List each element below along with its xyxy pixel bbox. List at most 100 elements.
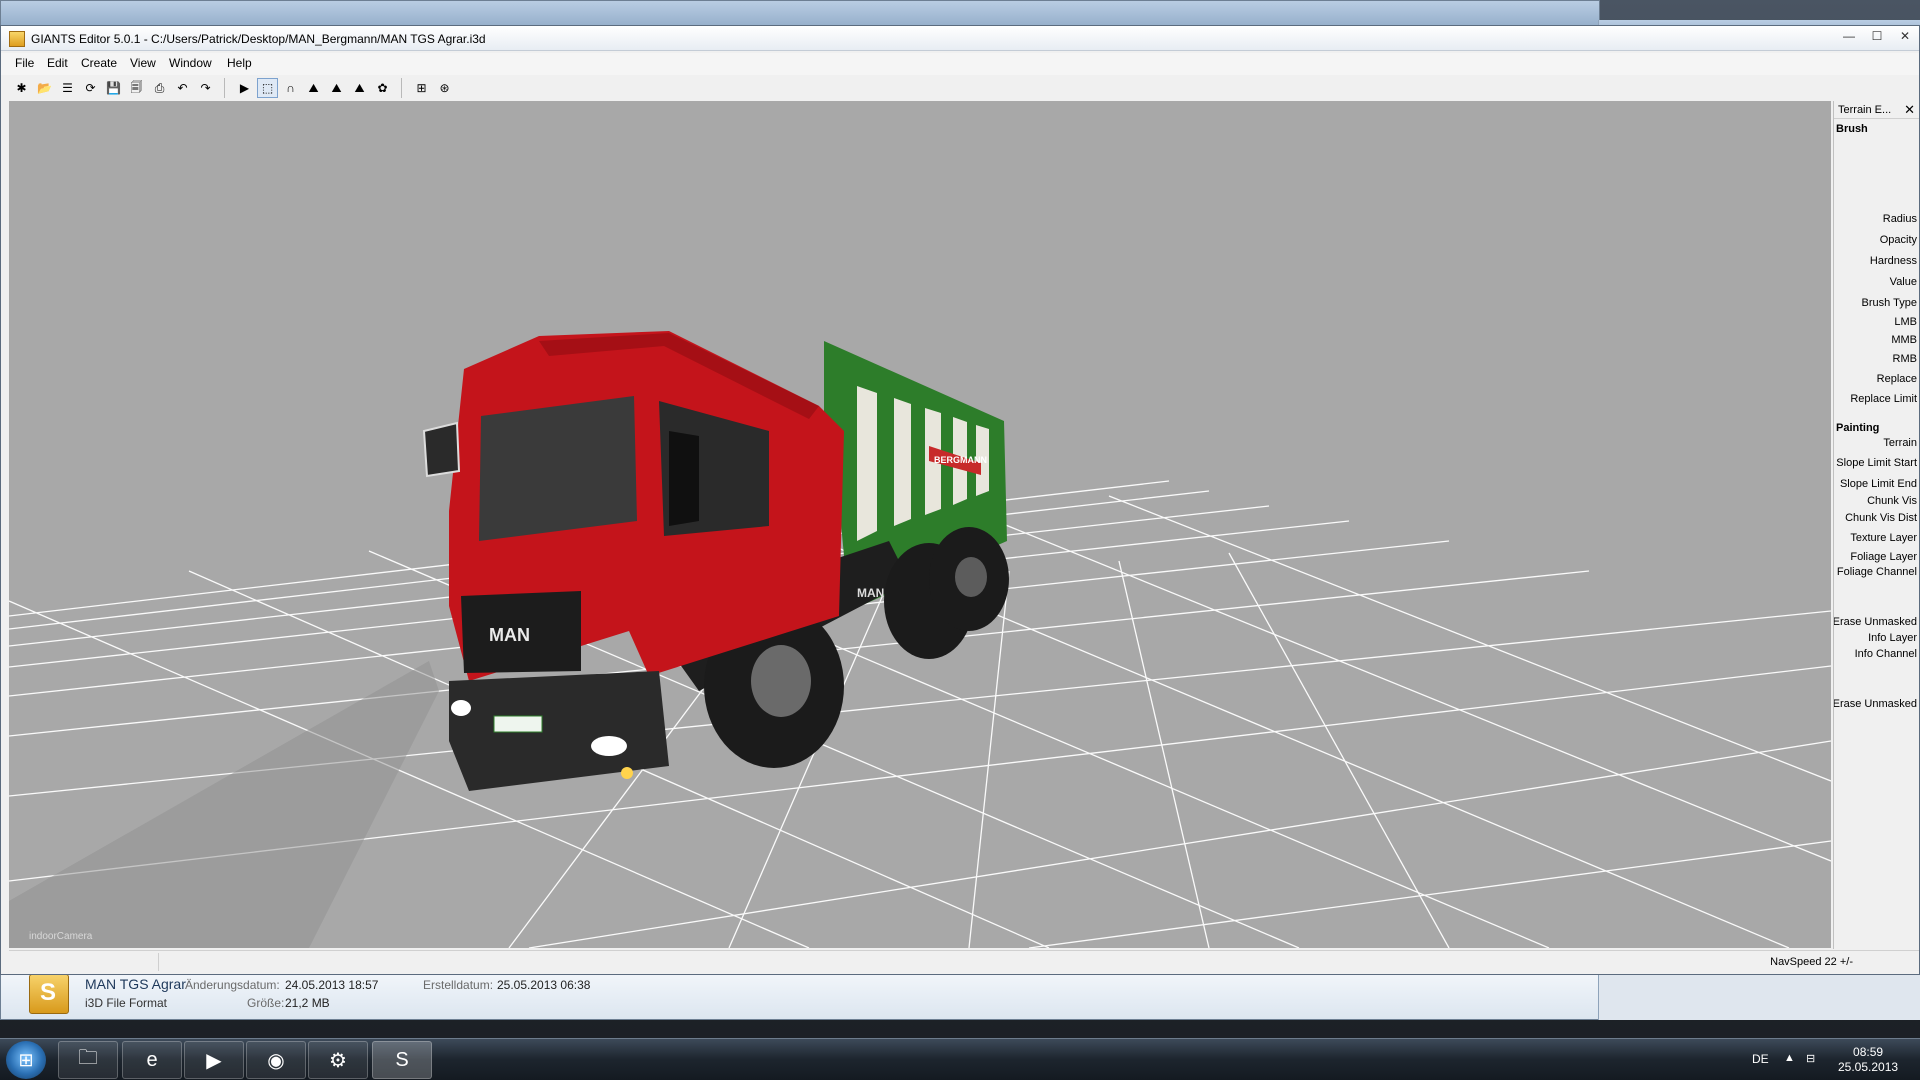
menu-edit[interactable]: Edit — [45, 56, 70, 70]
painting-label-slope-limit-start: Slope Limit Start — [1836, 457, 1917, 469]
giants-editor-icon[interactable]: S — [372, 1041, 432, 1079]
language-indicator[interactable]: DE — [1752, 1052, 1769, 1066]
brush-label-rmb: RMB — [1892, 353, 1917, 365]
terrain-paint-icon[interactable]: ⛰ — [303, 78, 324, 98]
save-all-icon[interactable]: 🗐 — [126, 78, 147, 98]
window-controls: — ☐ ✕ — [1835, 26, 1919, 46]
save-icon[interactable]: 💾 — [103, 78, 124, 98]
slat — [894, 398, 911, 526]
scene: BERGMANN MAN MAN — [9, 331, 1831, 948]
clock[interactable]: 08:59 25.05.2013 — [1838, 1045, 1898, 1075]
brush-label-opacity: Opacity — [1879, 234, 1917, 246]
redo-icon[interactable]: ↷ — [195, 78, 216, 98]
internet-explorer-icon[interactable]: e — [122, 1041, 182, 1079]
brush-label-mmb: MMB — [1891, 334, 1917, 346]
brush-label-value: Value — [1889, 276, 1917, 288]
maximize-button[interactable]: ☐ — [1863, 26, 1891, 46]
rear-rim — [955, 557, 987, 597]
clock-date: 25.05.2013 — [1838, 1060, 1899, 1074]
undo-icon[interactable]: ↶ — [172, 78, 193, 98]
camera-label: indoorCamera — [29, 931, 93, 942]
created-label: Erstelldatum: — [423, 978, 494, 992]
bumper — [449, 671, 669, 791]
painting-label-erase-unmasked: Erase Unmasked — [1833, 698, 1917, 710]
terrain-sculpt-icon[interactable]: ∩ — [280, 78, 301, 98]
toolbar-separator — [224, 78, 230, 98]
painting-label-slope-limit-end: Slope Limit End — [1839, 478, 1917, 490]
file-type: i3D File Format — [85, 996, 168, 1010]
fog-light — [621, 767, 633, 779]
brush-label-lmb: LMB — [1894, 316, 1917, 328]
modified-value: 24.05.2013 18:57 — [285, 978, 379, 992]
close-button[interactable]: ✕ — [1891, 26, 1919, 46]
status-cell — [9, 953, 159, 971]
painting-label-foliage-layer: Foliage Layer — [1850, 551, 1917, 563]
brush-label-replace: Replace — [1876, 373, 1917, 385]
menu-create[interactable]: Create — [79, 56, 119, 70]
brush-label-hardness: Hardness — [1869, 255, 1917, 267]
painting-label-texture-layer: Texture Layer — [1850, 532, 1917, 544]
terrain-info-icon[interactable]: ⛰ — [349, 78, 370, 98]
size-value: 21,2 MB — [285, 996, 330, 1010]
grid-line — [528, 740, 1831, 948]
menu-file[interactable]: File — [13, 56, 36, 70]
headlight-right — [591, 736, 627, 756]
painting-label-terrain: Terrain — [1883, 437, 1917, 449]
open-icon[interactable]: 📂 — [34, 78, 55, 98]
play-icon[interactable]: ▶ — [234, 78, 255, 98]
menu-view[interactable]: View — [128, 56, 158, 70]
grid-line — [1228, 552, 1450, 948]
slat — [857, 386, 877, 541]
navmesh-debug-icon[interactable]: ⊛ — [434, 78, 455, 98]
side-mirror — [422, 421, 461, 478]
titlebar: GIANTS Editor 5.0.1 - C:/Users/Patrick/D… — [1, 26, 1919, 51]
minimize-button[interactable]: — — [1835, 26, 1863, 46]
front-rim — [751, 645, 811, 717]
painting-label-info-layer: Info Layer — [1868, 632, 1917, 644]
painting-label-chunk-vis-dist: Chunk Vis Dist — [1845, 512, 1917, 524]
media-player-icon[interactable]: ▶ — [184, 1041, 244, 1079]
man-logo: MAN — [489, 625, 530, 645]
giants-app-icon — [9, 31, 25, 47]
shadow — [9, 661, 439, 948]
reload-icon[interactable]: ⟳ — [80, 78, 101, 98]
menu-window[interactable]: Window — [167, 56, 214, 70]
tray-expand-icon[interactable]: ▲ — [1784, 1052, 1795, 1064]
panel-title: Terrain E... — [1838, 104, 1892, 116]
firefox-icon[interactable]: ◉ — [246, 1041, 306, 1079]
3d-viewport[interactable]: BERGMANN MAN MAN indoorCamera — [9, 101, 1831, 948]
grass-paint-icon[interactable]: ✿ — [372, 78, 393, 98]
brush-label-replace-limit: Replace Limit — [1850, 393, 1917, 405]
list-icon[interactable]: ☰ — [57, 78, 78, 98]
menu-help[interactable]: Help — [225, 56, 254, 70]
navmesh-icon[interactable]: ⊞ — [411, 78, 432, 98]
new-icon[interactable]: ✱ — [11, 78, 32, 98]
brush-label-radius: Radius — [1882, 213, 1917, 225]
export-icon[interactable]: ⎙ — [149, 78, 170, 98]
bergmann-text: BERGMANN — [934, 455, 987, 465]
mirror-arm — [669, 431, 699, 526]
windshield — [479, 396, 637, 541]
brush-section-title: Brush — [1836, 123, 1868, 135]
terrain-editing-panel: Terrain E... ✕ Brush Radius Opacity Hardne… — [1833, 101, 1919, 949]
menubar: File Edit Create View Window Help — [1, 53, 1919, 75]
side-man-logo: MAN — [857, 586, 884, 600]
giants-editor-window: GIANTS Editor 5.0.1 - C:/Users/Patrick/D… — [0, 25, 1920, 975]
select-icon[interactable]: ⬚ — [257, 78, 278, 98]
headlight-left — [451, 700, 471, 716]
grid-line — [1028, 840, 1831, 948]
painting-section-title: Painting — [1836, 422, 1880, 434]
file-name: MAN TGS Agrar — [85, 976, 186, 992]
panel-close-icon[interactable]: ✕ — [1904, 102, 1915, 118]
explorer-icon[interactable]: 🗀 — [58, 1041, 118, 1079]
steam-icon[interactable]: ⚙ — [308, 1041, 368, 1079]
clock-time: 08:59 — [1853, 1045, 1884, 1059]
window-title: GIANTS Editor 5.0.1 - C:/Users/Patrick/D… — [31, 32, 486, 46]
toolbar-separator — [401, 78, 407, 98]
statusbar: NavSpeed 22 +/- — [9, 950, 1919, 972]
network-icon[interactable]: ⊟ — [1806, 1052, 1815, 1065]
navspeed-label: NavSpeed 22 +/- — [1770, 956, 1853, 968]
foliage-paint-icon[interactable]: ⛰ — [326, 78, 347, 98]
start-button[interactable]: ⊞ — [6, 1041, 46, 1079]
created-value: 25.05.2013 06:38 — [497, 978, 591, 992]
